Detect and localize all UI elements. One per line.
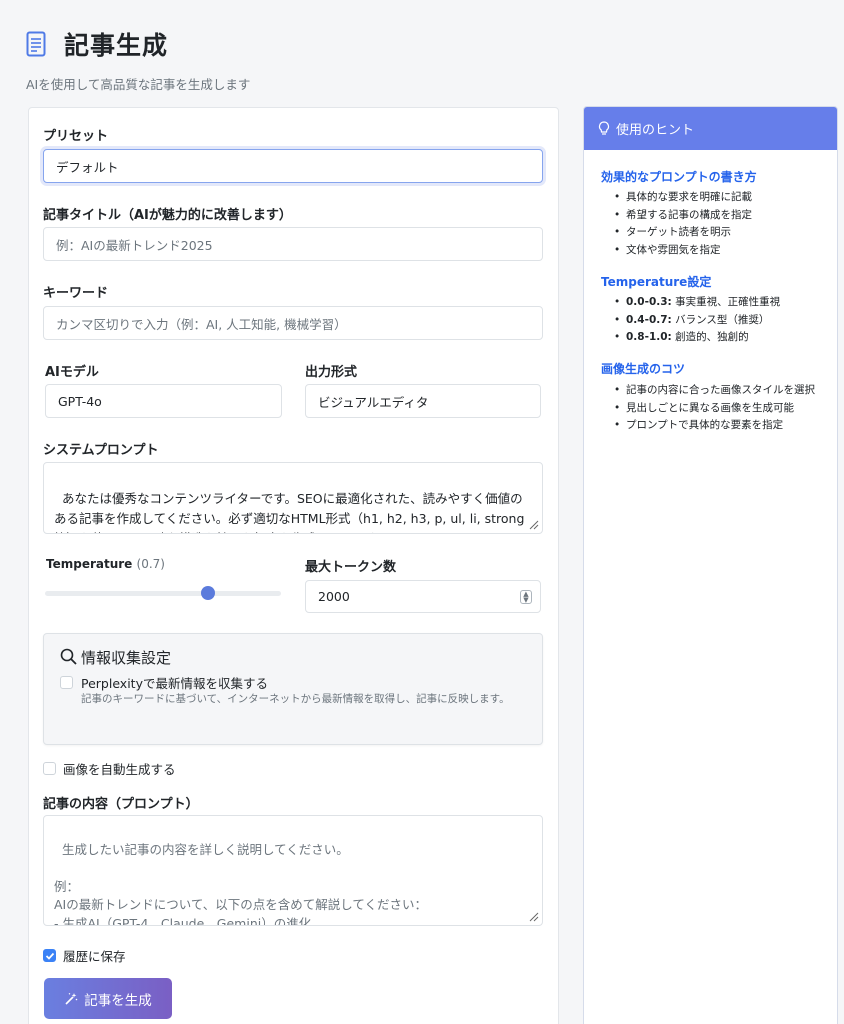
- number-spinner-icon[interactable]: ▲ ▼: [520, 590, 532, 604]
- temperature-slider-thumb[interactable]: [201, 586, 215, 600]
- article-title-input[interactable]: 例：AIの最新トレンド2025: [43, 227, 543, 261]
- system-prompt-textarea[interactable]: あなたは優秀なコンテンツライターです。SEOに最適化された、読みやすく価値のある…: [43, 462, 543, 534]
- page-title: 記事生成: [64, 31, 169, 60]
- hints-card: 使用のヒント 効果的なプロンプトの書き方 具体的な要求を明確に記載 希望する記事…: [583, 106, 838, 1024]
- list-item: 0.0-0.3: 事実重視、正確性重視: [614, 294, 829, 312]
- content-label: 記事の内容（プロンプト）: [43, 797, 199, 812]
- content-textarea[interactable]: 生成したい記事の内容を詳しく説明してください。 例： AIの最新トレンドについて…: [43, 815, 543, 926]
- research-description: 記事のキーワードに基づいて、インターネットから最新情報を取得し、記事に反映します…: [81, 693, 510, 705]
- list-item: 記事の内容に合った画像スタイルを選択: [614, 382, 829, 400]
- magic-wand-icon: [65, 992, 78, 1005]
- page-header: 記事生成 AIを使用して高品質な記事を生成します: [26, 26, 250, 93]
- hint-section-title: 効果的なプロンプトの書き方: [601, 170, 757, 184]
- save-history-label[interactable]: 履歴に保存: [63, 946, 126, 965]
- system-prompt-text: あなたは優秀なコンテンツライターです。SEOに最適化された、読みやすく価値のある…: [54, 491, 525, 533]
- hint-list-images: 記事の内容に合った画像スタイルを選択 見出しごとに異なる画像を生成可能 プロンプ…: [614, 382, 829, 435]
- max-tokens-input[interactable]: 2000 ▲ ▼: [305, 580, 541, 613]
- auto-image-label[interactable]: 画像を自動生成する: [63, 759, 176, 778]
- keywords-input[interactable]: カンマ区切りで入力（例：AI, 人工知能, 機械学習）: [43, 306, 543, 340]
- page-subtitle: AIを使用して高品質な記事を生成します: [26, 77, 251, 92]
- output-format-select[interactable]: ビジュアルエディタ: [305, 384, 541, 418]
- generate-article-button[interactable]: 記事を生成: [44, 978, 172, 1019]
- resize-handle-icon[interactable]: [527, 910, 539, 922]
- list-item: 希望する記事の構成を指定: [614, 207, 829, 225]
- output-format-label: 出力形式: [305, 365, 358, 380]
- resize-handle-icon[interactable]: [527, 518, 539, 530]
- list-item: プロンプトで具体的な要素を指定: [614, 417, 829, 435]
- list-item: ターゲット読者を明示: [614, 224, 829, 242]
- hint-list-prompts: 具体的な要求を明確に記載 希望する記事の構成を指定 ターゲット読者を明示 文体や…: [614, 189, 829, 259]
- list-item: 0.4-0.7: バランス型（推奨）: [614, 312, 829, 330]
- auto-image-checkbox[interactable]: [43, 762, 56, 775]
- search-icon: [60, 648, 77, 665]
- preset-label: プリセット: [43, 129, 109, 144]
- generate-article-label: 記事を生成: [84, 992, 152, 1009]
- content-placeholder: 生成したい記事の内容を詳しく説明してください。 例： AIの最新トレンドについて…: [54, 841, 427, 926]
- preset-select[interactable]: デフォルト: [43, 149, 543, 183]
- list-item: 文体や雰囲気を指定: [614, 242, 829, 260]
- hint-list-temperature: 0.0-0.3: 事実重視、正確性重視 0.4-0.7: バランス型（推奨） 0…: [614, 294, 829, 347]
- research-settings-title: 情報収集設定: [81, 649, 172, 667]
- check-icon: [45, 952, 55, 960]
- list-item: 具体的な要求を明確に記載: [614, 189, 829, 207]
- max-tokens-value: 2000: [318, 589, 350, 604]
- temperature-slider-track[interactable]: [45, 591, 281, 596]
- article-title-label: 記事タイトル（AIが魅力的に改善します）: [43, 208, 292, 223]
- temperature-label: Temperature (0.7): [46, 557, 165, 571]
- keywords-label: キーワード: [43, 286, 109, 301]
- hints-header: 使用のヒント: [584, 107, 837, 150]
- hint-section-title: Temperature設定: [601, 275, 712, 289]
- ai-model-label: AIモデル: [45, 365, 99, 380]
- list-item: 0.8-1.0: 創造的、独創的: [614, 329, 829, 347]
- hint-section-title: 画像生成のコツ: [601, 362, 686, 376]
- save-history-checkbox[interactable]: [43, 949, 56, 962]
- list-item: 見出しごとに異なる画像を生成可能: [614, 400, 829, 418]
- hints-header-label: 使用のヒント: [616, 123, 695, 138]
- ai-model-select[interactable]: GPT-4o: [45, 384, 282, 418]
- document-icon: [26, 31, 46, 57]
- lightbulb-icon: [598, 121, 610, 135]
- max-tokens-label: 最大トークン数: [305, 560, 397, 575]
- system-prompt-label: システムプロンプト: [43, 443, 159, 458]
- perplexity-checkbox[interactable]: [60, 676, 73, 689]
